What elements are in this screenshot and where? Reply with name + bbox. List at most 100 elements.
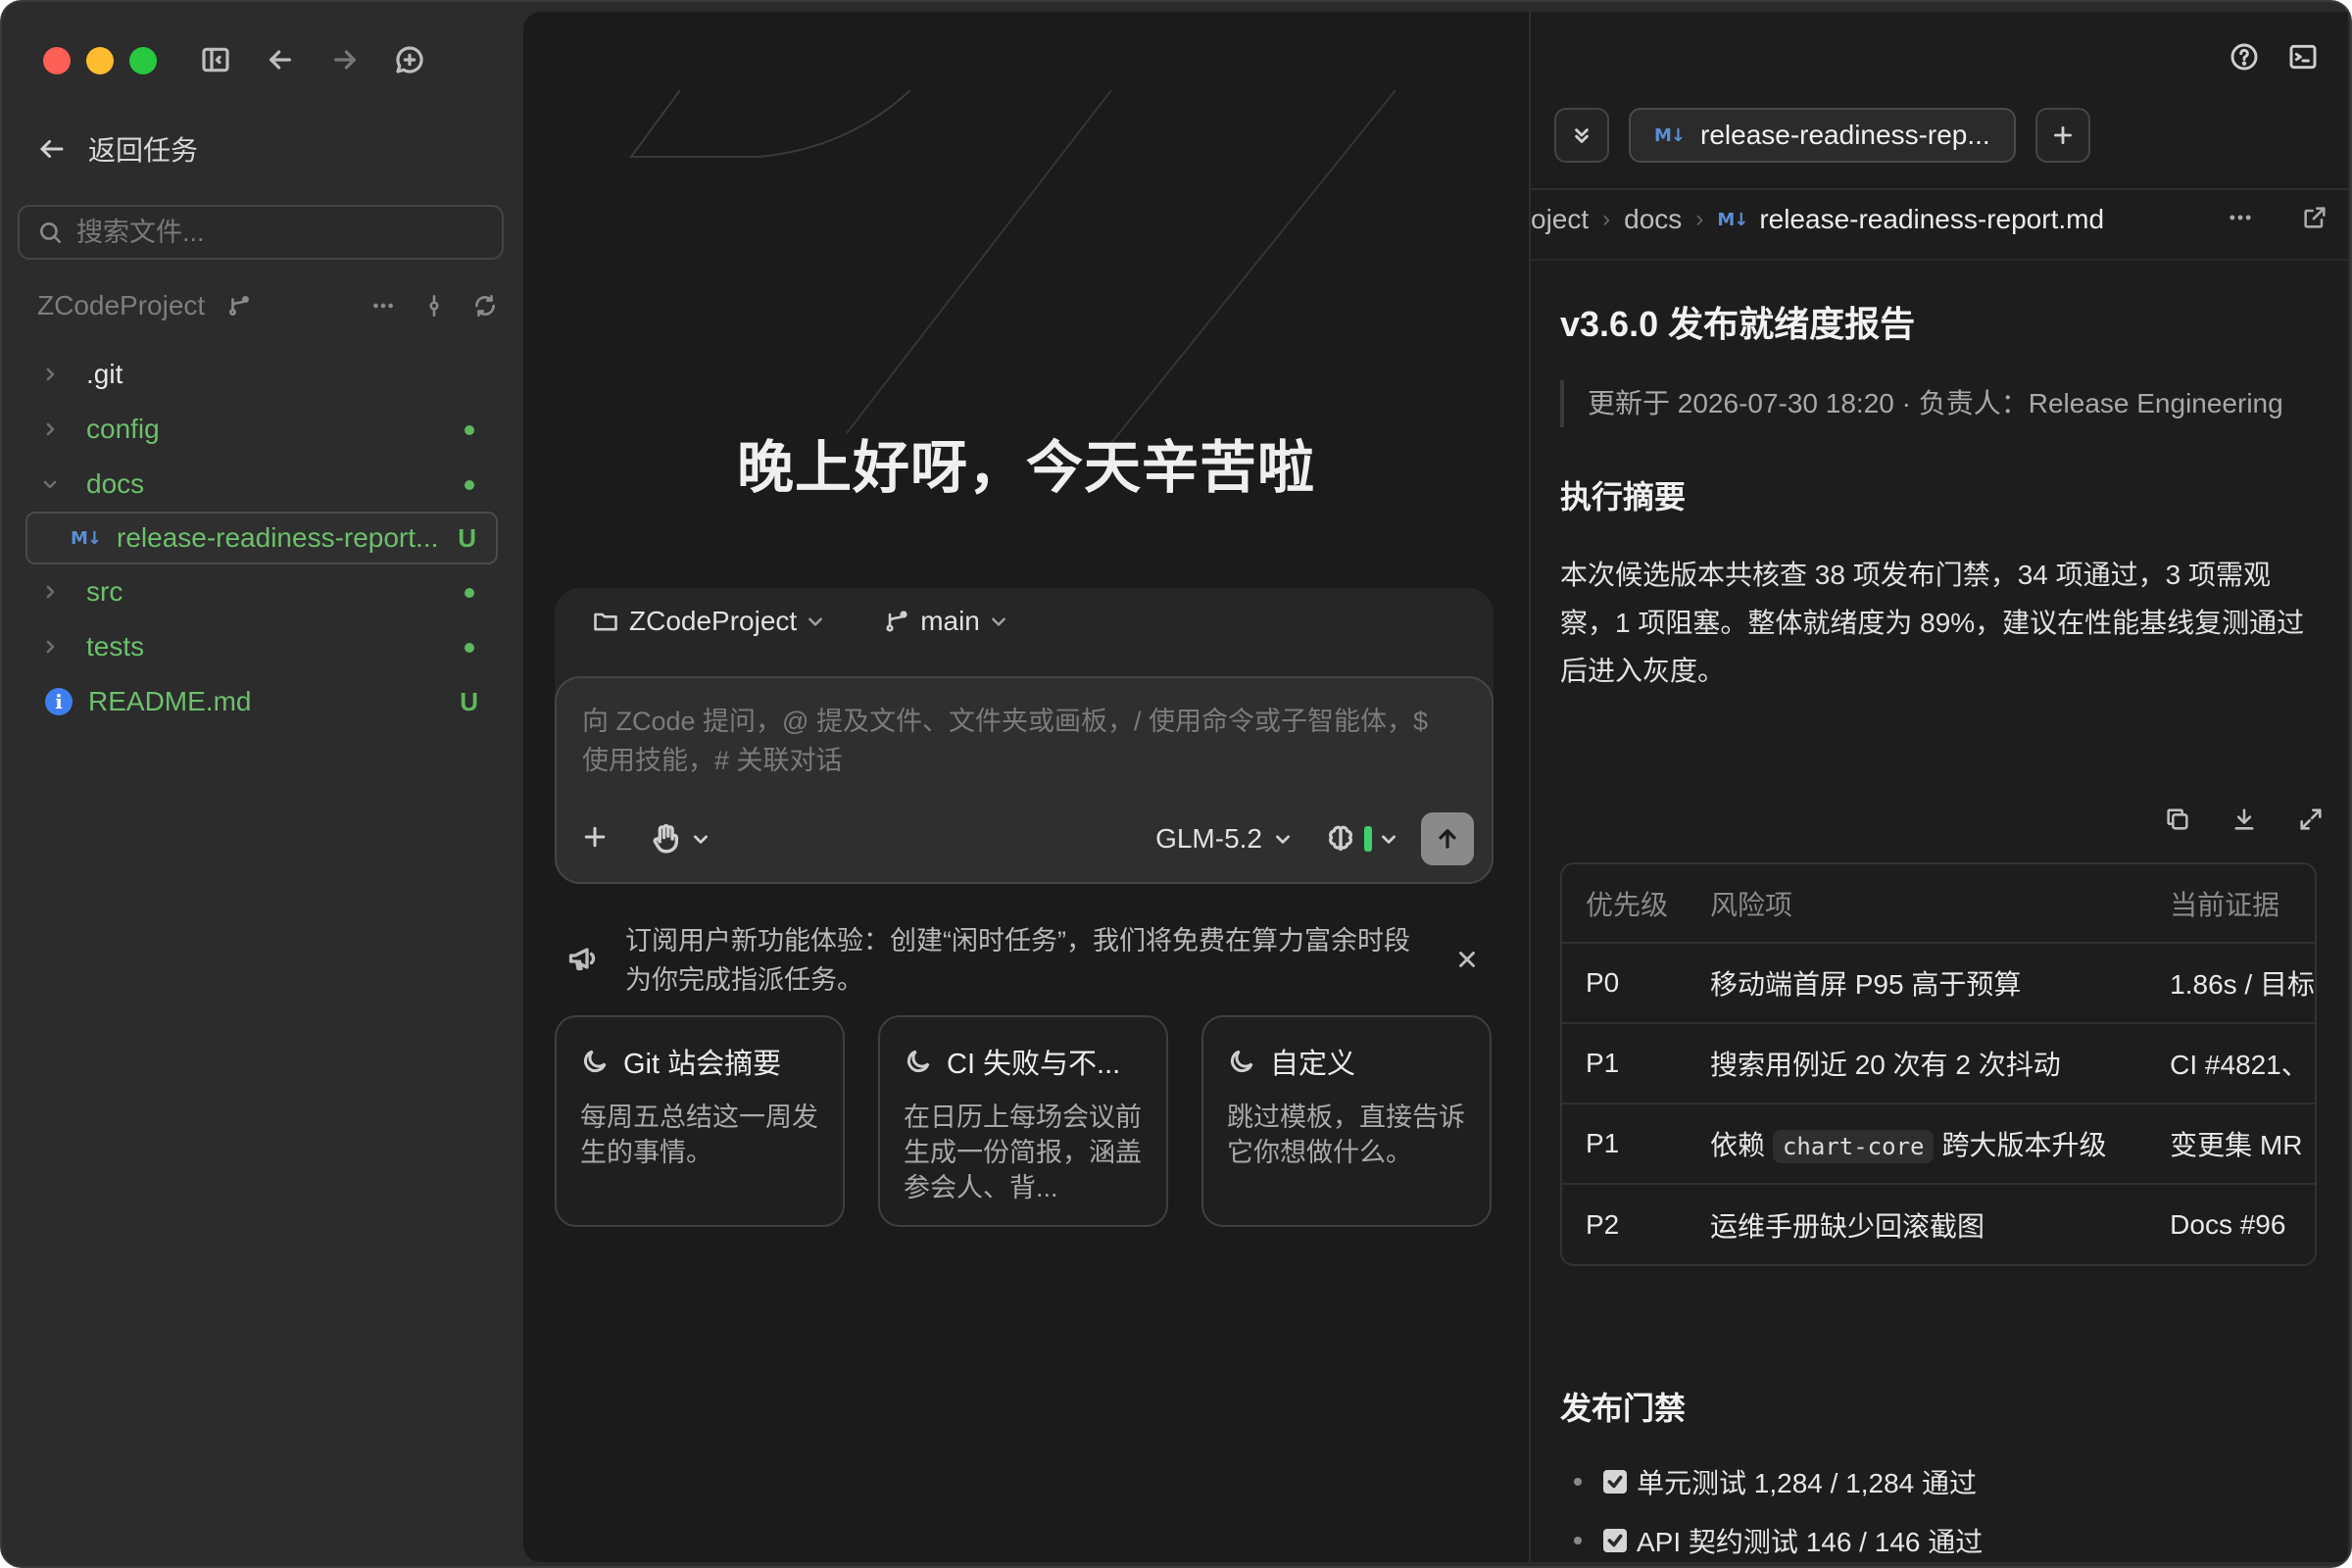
download-icon[interactable] xyxy=(2230,806,2258,833)
breadcrumb-project[interactable]: oject xyxy=(1531,204,1589,235)
markdown-icon: M↓ xyxy=(71,527,102,549)
tree-item-git[interactable]: .git xyxy=(25,347,498,402)
checkbox-checked[interactable] xyxy=(1603,1470,1627,1494)
attach-button[interactable] xyxy=(580,822,610,857)
sidebar: 返回任务 ZCodeProject .git config xyxy=(2,2,521,1566)
tree-item-label: tests xyxy=(86,631,145,662)
prompt-input[interactable] xyxy=(580,700,1462,788)
chevron-right-icon xyxy=(35,584,65,600)
checkbox-checked[interactable] xyxy=(1603,1529,1627,1552)
card-description: 在日历上每场会议前生成一份简报，涵盖参会人、背... xyxy=(904,1102,1142,1202)
zoom-window-button[interactable] xyxy=(129,47,157,74)
close-window-button[interactable] xyxy=(43,47,71,74)
modified-dot xyxy=(465,643,474,653)
doc-meta-quote: 更新于 2026-07-30 18:20 · 负责人：Release Engin… xyxy=(1560,380,2285,427)
tree-item-config[interactable]: config xyxy=(25,402,498,457)
thinking-toggle[interactable] xyxy=(1325,823,1397,855)
list-item: API 契约测试 146 / 146 通过 xyxy=(1574,1511,1983,1562)
moon-icon xyxy=(1230,1050,1253,1073)
template-card-ci-failures[interactable]: CI 失败与不... 在日历上每场会议前生成一份简报，涵盖参会人、背... xyxy=(878,1015,1168,1227)
new-chat-icon[interactable] xyxy=(392,39,427,80)
summary-paragraph: 本次候选版本共核查 38 项发布门禁，34 项通过，3 项需观察，1 项阻塞。整… xyxy=(1560,560,2305,686)
tree-item-label: release-readiness-report... xyxy=(117,522,439,553)
breadcrumb-separator: › xyxy=(1695,206,1704,232)
tree-item-tests[interactable]: tests xyxy=(25,619,498,674)
info-icon: i xyxy=(45,688,73,715)
terminal-icon[interactable] xyxy=(2287,41,2319,73)
git-branch-icon[interactable] xyxy=(226,293,252,318)
permission-mode-button[interactable] xyxy=(649,822,710,856)
back-arrow-icon[interactable] xyxy=(263,39,298,80)
back-to-tasks-link[interactable]: 返回任务 xyxy=(37,129,198,169)
evidence-cell: CI #4821、 xyxy=(2146,1022,2315,1103)
hand-icon xyxy=(653,823,679,854)
evidence-cell: Docs #96 xyxy=(2146,1183,2315,1264)
inline-code: chart-core xyxy=(1772,1130,1935,1163)
template-card-custom[interactable]: 自定义 跳过模板，直接告诉它你想做什么。 xyxy=(1201,1015,1492,1227)
moon-icon xyxy=(906,1050,930,1073)
project-name: ZCodeProject xyxy=(37,290,206,320)
tree-item-readme[interactable]: i README.md U xyxy=(25,674,498,729)
model-selector[interactable]: GLM-5.2 xyxy=(1155,823,1292,855)
collapse-tabs-button[interactable] xyxy=(1554,108,1609,163)
tab-label: release-readiness-rep... xyxy=(1700,120,1990,150)
summary-heading: 执行摘要 xyxy=(1560,479,1687,514)
close-notice-button[interactable] xyxy=(1454,947,1480,977)
search-icon xyxy=(40,222,62,244)
copy-icon[interactable] xyxy=(2164,806,2191,833)
git-commit-icon[interactable] xyxy=(421,293,447,318)
panel-top-tools xyxy=(2229,41,2319,73)
project-actions xyxy=(370,293,498,318)
toggle-sidebar-icon[interactable] xyxy=(198,39,233,80)
tree-item-docs[interactable]: docs xyxy=(25,457,498,512)
back-to-tasks-label: 返回任务 xyxy=(88,135,199,166)
refresh-icon[interactable] xyxy=(472,293,498,318)
bullet xyxy=(1574,1537,1582,1544)
chevron-down-icon[interactable] xyxy=(990,612,1007,630)
chevron-down-icon[interactable] xyxy=(807,612,824,630)
priority-cell: P0 xyxy=(1562,942,1687,1023)
card-title: CI 失败与不... xyxy=(947,1049,1121,1080)
forward-arrow-icon[interactable] xyxy=(327,39,363,80)
arrow-up-icon xyxy=(1439,829,1456,849)
priority-cell: P1 xyxy=(1562,1102,1687,1184)
composer: GLM-5.2 xyxy=(555,676,1494,884)
tree-item-label: .git xyxy=(86,359,123,389)
table-header-row: 优先级 风险项 当前证据 xyxy=(1562,864,2315,943)
tree-item-src[interactable]: src xyxy=(25,564,498,619)
breadcrumb-file[interactable]: M↓ release-readiness-report.md xyxy=(1717,204,2104,235)
risk-table: 优先级 风险项 当前证据 P0 移动端首屏 P95 高于预算 1.86s / 目… xyxy=(1560,862,2317,1266)
check-icon xyxy=(1607,1475,1623,1489)
help-icon[interactable] xyxy=(2229,41,2260,73)
branch-selector[interactable]: main xyxy=(920,606,980,637)
project-selector[interactable]: ZCodeProject xyxy=(629,606,797,637)
gate-text: 单元测试 1,284 / 1,284 通过 xyxy=(1637,1468,1978,1498)
app-window: 返回任务 ZCodeProject .git config xyxy=(0,0,2352,1568)
tree-item-release-report[interactable]: M↓ release-readiness-report... U xyxy=(25,512,498,564)
composer-container: ZCodeProject main 向 ZCode 提问，@ 提及文件、文件夹或… xyxy=(555,588,1494,884)
file-search-input[interactable] xyxy=(74,216,486,249)
breadcrumb: oject › docs › M↓ release-readiness-repo… xyxy=(1531,204,2348,235)
external-link-icon[interactable] xyxy=(2301,204,2328,231)
more-horizontal-icon[interactable] xyxy=(2227,204,2254,231)
project-header: ZCodeProject xyxy=(37,284,498,327)
chevron-down-icon xyxy=(1382,835,1396,844)
template-card-git-standup[interactable]: Git 站会摘要 每周五总结这一周发生的事情。 xyxy=(555,1015,845,1227)
card-description: 跳过模板，直接告诉它你想做什么。 xyxy=(1227,1102,1465,1167)
tree-item-label: src xyxy=(86,576,123,607)
task-templates: Git 站会摘要 每周五总结这一周发生的事情。 CI 失败与不... 在日历上每… xyxy=(555,1015,1492,1227)
breadcrumb-separator: › xyxy=(1602,206,1611,232)
titlebar-tools xyxy=(198,39,427,80)
moon-icon xyxy=(583,1050,607,1073)
tab-release-report[interactable]: M↓ release-readiness-rep... xyxy=(1629,108,2016,163)
send-button[interactable] xyxy=(1421,812,1474,865)
git-branch-icon xyxy=(886,611,907,632)
minimize-window-button[interactable] xyxy=(86,47,114,74)
megaphone-icon xyxy=(568,948,596,971)
table-row: P1 搜索用例近 20 次有 2 次抖动 CI #4821、 xyxy=(1562,1022,2315,1103)
expand-icon[interactable] xyxy=(2297,806,2325,833)
more-horizontal-icon[interactable] xyxy=(370,293,396,318)
breadcrumb-docs[interactable]: docs xyxy=(1624,204,1682,235)
new-tab-button[interactable] xyxy=(2034,108,2090,163)
modified-dot xyxy=(465,480,474,490)
